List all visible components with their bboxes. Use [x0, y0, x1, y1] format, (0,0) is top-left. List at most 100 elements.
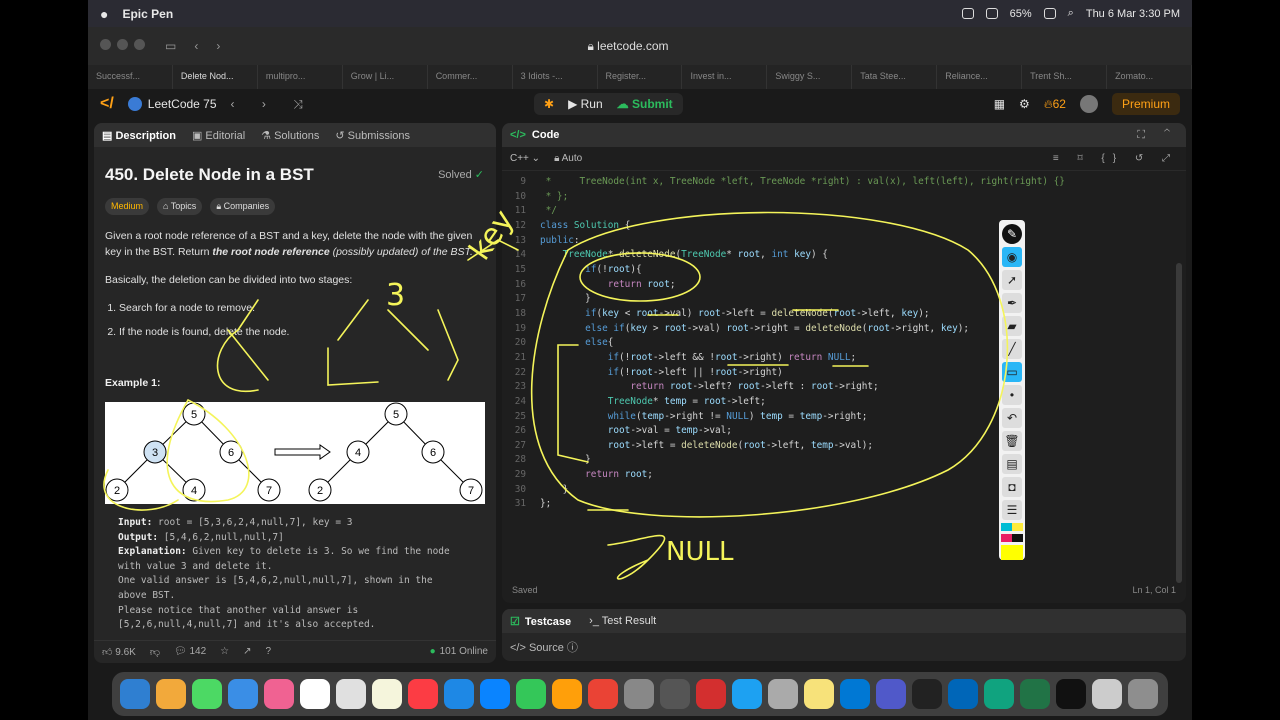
dock-app-icon[interactable]	[840, 679, 870, 709]
dock-app-icon[interactable]	[408, 679, 438, 709]
dock-app-icon[interactable]	[984, 679, 1014, 709]
browser-tab[interactable]: Commer...	[428, 65, 513, 89]
code-line[interactable]: 31};	[502, 497, 1186, 512]
dock-app-icon[interactable]	[1128, 679, 1158, 709]
url-bar[interactable]: 🔒︎ leetcode.com	[388, 34, 868, 58]
browser-tab[interactable]: Successf...	[88, 65, 173, 89]
dock-app-icon[interactable]	[1092, 679, 1122, 709]
dock-app-icon[interactable]	[588, 679, 618, 709]
auto-mode[interactable]: 🔒︎ Auto	[554, 153, 582, 164]
browser-tab[interactable]: Swiggy S...	[767, 65, 853, 89]
dock-app-icon[interactable]	[516, 679, 546, 709]
layout-icon[interactable]: ▦	[994, 97, 1005, 111]
run-button[interactable]: ▶ Run	[568, 97, 603, 111]
undo-icon[interactable]: ↶	[1002, 408, 1022, 428]
highlighter-icon[interactable]: ▰	[1002, 316, 1022, 336]
tab-test-result[interactable]: ›_ Test Result	[589, 615, 656, 627]
code-line[interactable]: 28 }	[502, 453, 1186, 468]
problem-list-selector[interactable]: LeetCode 75	[127, 97, 217, 111]
dock-app-icon[interactable]	[696, 679, 726, 709]
source-toggle[interactable]: </> Source ⓘ	[502, 633, 1186, 661]
code-line[interactable]: 9 * TreeNode(int x, TreeNode *left, Tree…	[502, 175, 1186, 190]
dock-app-icon[interactable]	[156, 679, 186, 709]
topics-tag[interactable]: ⌂ Topics	[157, 198, 203, 215]
eye-icon[interactable]: ◉	[1002, 247, 1022, 267]
like-button[interactable]: 👍︎ 9.6K	[102, 646, 136, 658]
tab-submissions[interactable]: ↺ Submissions	[335, 129, 410, 142]
dock-app-icon[interactable]	[228, 679, 258, 709]
help-icon[interactable]: ?	[266, 646, 272, 657]
code-line[interactable]: 19 else if(key > root->val) root->right …	[502, 322, 1186, 337]
streak-counter[interactable]: 🔥︎62	[1044, 97, 1066, 112]
code-line[interactable]: 12 class Solution {	[502, 219, 1186, 234]
premium-button[interactable]: Premium	[1111, 93, 1180, 115]
code-line[interactable]: 17 }	[502, 292, 1186, 307]
menu-icon[interactable]: ☰	[1002, 500, 1022, 520]
forward-icon[interactable]: ›	[216, 39, 220, 53]
code-line[interactable]: 25 while(temp->right != NULL) temp = tem…	[502, 410, 1186, 425]
dock-app-icon[interactable]	[480, 679, 510, 709]
dock-app-icon[interactable]	[192, 679, 222, 709]
code-line[interactable]: 14 TreeNode* deleteNode(TreeNode* root, …	[502, 248, 1186, 263]
code-line[interactable]: 26 root->val = temp->val;	[502, 424, 1186, 439]
color-swatch-magenta-black[interactable]	[1001, 534, 1023, 543]
code-line[interactable]: 10 * };	[502, 190, 1186, 205]
code-line[interactable]: 23 return root->left? root->left : root-…	[502, 380, 1186, 395]
wifi-icon[interactable]	[985, 8, 998, 19]
dock-app-icon[interactable]	[120, 679, 150, 709]
code-line[interactable]: 24 TreeNode* temp = root->left;	[502, 395, 1186, 410]
code-line[interactable]: 11 */	[502, 204, 1186, 219]
code-line[interactable]: 13 public:	[502, 234, 1186, 249]
settings-icon[interactable]: ⚙	[1019, 97, 1030, 111]
dock-app-icon[interactable]	[768, 679, 798, 709]
browser-tab[interactable]: multipro...	[258, 65, 343, 89]
dock-app-icon[interactable]	[444, 679, 474, 709]
dock-app-icon[interactable]	[264, 679, 294, 709]
browser-tab[interactable]: 3 Idiots -...	[513, 65, 598, 89]
star-icon[interactable]: ☆	[220, 646, 229, 657]
companies-tag[interactable]: 🔒︎ Companies	[210, 198, 276, 215]
debug-icon[interactable]: ✱	[544, 97, 554, 111]
apple-icon[interactable]: ●	[100, 6, 108, 22]
camera-icon[interactable]: ◘	[1002, 477, 1022, 497]
submit-button[interactable]: ☁ Submit	[617, 97, 673, 111]
code-line[interactable]: 27 root->left = deleteNode(root->left, t…	[502, 439, 1186, 454]
code-line[interactable]: 21 if(!root->left && !root->right) retur…	[502, 351, 1186, 366]
comments-button[interactable]: 💬︎ 142	[174, 646, 206, 657]
menubar-datetime[interactable]: Thu 6 Mar 3:30 PM	[1086, 8, 1180, 20]
dock-app-icon[interactable]	[804, 679, 834, 709]
dock-app-icon[interactable]	[876, 679, 906, 709]
language-select[interactable]: C++ ⌄	[510, 153, 540, 164]
sidebar-icon[interactable]: ▭	[165, 39, 176, 53]
color-swatch-yellow[interactable]	[1001, 545, 1023, 560]
tab-solutions[interactable]: ⚗ Solutions	[261, 129, 319, 142]
tab-description[interactable]: ▤ Description	[102, 129, 176, 142]
minimize-dot[interactable]	[117, 39, 128, 50]
menubar-app-name[interactable]: Epic Pen	[122, 7, 173, 21]
dock-app-icon[interactable]	[912, 679, 942, 709]
share-icon[interactable]: ↗	[243, 646, 251, 657]
browser-tab[interactable]: Grow | Li...	[343, 65, 428, 89]
dock-app-icon[interactable]	[552, 679, 582, 709]
dock-app-icon[interactable]	[732, 679, 762, 709]
panel-controls[interactable]: ⛶ ⌃	[1137, 129, 1178, 142]
search-icon[interactable]: ⌕	[1068, 7, 1074, 20]
whiteboard-icon[interactable]: ▤	[1002, 454, 1022, 474]
epic-pen-logo-icon[interactable]: ✎	[1002, 224, 1022, 244]
prev-next-shuffle[interactable]: ‹ › ⤨	[231, 97, 315, 112]
code-line[interactable]: 22 if(!root->left || !root->right)	[502, 366, 1186, 381]
cursor-icon[interactable]: ➚	[1002, 270, 1022, 290]
dock-app-icon[interactable]	[1056, 679, 1086, 709]
editor-tools[interactable]: ≡ ⌑ {} ↺ ⤢	[1053, 153, 1178, 164]
leetcode-logo-icon[interactable]: </	[100, 95, 114, 113]
line-icon[interactable]: ╱	[1002, 339, 1022, 359]
dock-app-icon[interactable]	[1020, 679, 1050, 709]
back-icon[interactable]: ‹	[194, 39, 198, 53]
battery-icon[interactable]	[1043, 8, 1056, 19]
browser-tab[interactable]: Zomato...	[1107, 65, 1192, 89]
browser-tab[interactable]: Tata Stee...	[852, 65, 938, 89]
dot-size-icon[interactable]: •	[1002, 385, 1022, 405]
trash-icon[interactable]: 🗑︎	[1002, 431, 1022, 451]
eraser-icon[interactable]: ▭	[1002, 362, 1022, 382]
dock-app-icon[interactable]	[372, 679, 402, 709]
